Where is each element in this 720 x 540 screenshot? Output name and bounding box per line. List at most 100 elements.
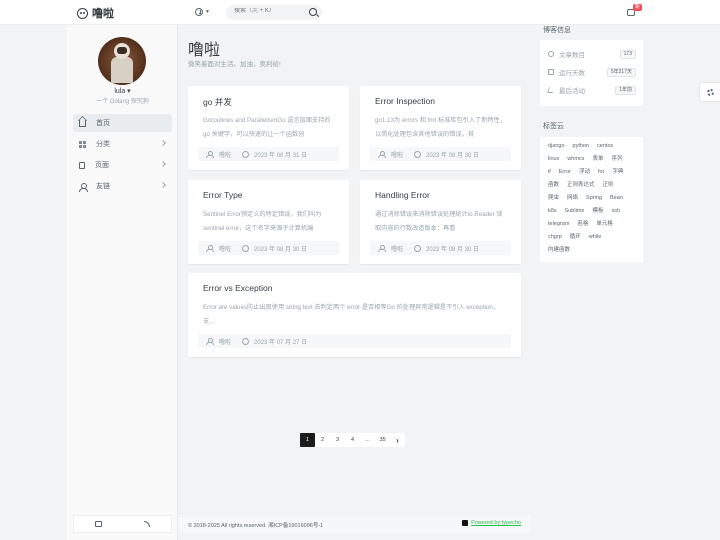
history-dropdown[interactable]: ▼ bbox=[195, 8, 210, 16]
tag-link[interactable]: 网络 bbox=[567, 192, 578, 205]
file-icon bbox=[79, 161, 85, 169]
post-title[interactable]: Handling Error bbox=[375, 190, 430, 200]
stat-value: 5年217天 bbox=[606, 68, 636, 77]
page-button[interactable]: 3 bbox=[330, 433, 345, 447]
post-card[interactable]: Error vs Exception Error are values防止出现使… bbox=[188, 273, 521, 357]
sidebar-item-label: 友链 bbox=[96, 183, 110, 190]
post-title[interactable]: Error vs Exception bbox=[203, 283, 272, 293]
next-page-icon[interactable]: › bbox=[390, 433, 405, 447]
blog-info-title: 博客信息 bbox=[543, 27, 571, 34]
clock-icon bbox=[242, 150, 250, 158]
post-excerpt: Error are values防止出现使用 string text 去判定两个… bbox=[203, 304, 500, 325]
post-excerpt: Goroutines and ParallelismGo 语言层面支持的go 关… bbox=[203, 117, 331, 138]
sidebar-item-home[interactable]: 首页 bbox=[73, 114, 172, 132]
stat-label: 文章数目 bbox=[559, 52, 585, 59]
chevron-right-icon bbox=[160, 182, 166, 188]
page-button[interactable]: 4 bbox=[345, 433, 360, 447]
tag-link[interactable]: centos bbox=[597, 140, 613, 153]
tag-link[interactable]: ssh bbox=[611, 205, 620, 218]
sidebar-item-links[interactable]: 友链 bbox=[73, 177, 172, 195]
user-icon bbox=[206, 245, 214, 252]
tag-link[interactable]: telegram bbox=[548, 218, 569, 231]
sidebar-item-categories[interactable]: 分类 bbox=[73, 135, 172, 153]
tag-link[interactable]: Sublime bbox=[565, 205, 585, 218]
post-author: 噜啦 bbox=[391, 246, 404, 253]
post-card[interactable]: go 并发 Goroutines and ParallelismGo 语言层面支… bbox=[188, 86, 349, 170]
post-title[interactable]: Error Type bbox=[203, 190, 243, 200]
post-card[interactable]: Handling Error 通过消除错误来消除错误处理统计io.Reader … bbox=[360, 180, 521, 264]
tag-link[interactable]: linux bbox=[548, 153, 559, 166]
caret-down-icon: ▼ bbox=[205, 9, 210, 15]
home-icon bbox=[79, 119, 86, 127]
post-title[interactable]: Error Inspection bbox=[375, 96, 435, 106]
user-name[interactable]: lula ▾ bbox=[67, 87, 178, 95]
post-author: 噜啦 bbox=[391, 152, 404, 159]
tag-link[interactable]: whmcs bbox=[567, 153, 584, 166]
page-button[interactable]: 2 bbox=[315, 433, 330, 447]
tag-link[interactable]: 单元格 bbox=[596, 218, 613, 231]
chat-icon bbox=[94, 521, 102, 527]
avatar[interactable] bbox=[98, 37, 146, 85]
post-card[interactable]: Error Inspection go1.13为 errors 和 fmt 标准… bbox=[360, 86, 521, 170]
page-button[interactable]: 1 bbox=[300, 433, 315, 447]
tag-link[interactable]: 函数 bbox=[548, 179, 559, 192]
tag-link[interactable]: 爬虫 bbox=[548, 192, 559, 205]
tag-link[interactable]: 表单 bbox=[592, 153, 603, 166]
powered-by-link[interactable]: Powered by typecho bbox=[462, 520, 521, 526]
rss-icon bbox=[143, 521, 150, 527]
tag-link[interactable]: django bbox=[548, 140, 565, 153]
clock-icon bbox=[242, 244, 250, 252]
search-input[interactable] bbox=[234, 8, 304, 14]
tag-link[interactable]: 字典 bbox=[612, 166, 623, 179]
tag-link[interactable]: 循环 bbox=[570, 231, 581, 244]
tag-link[interactable]: chgrp bbox=[548, 231, 562, 244]
tag-link[interactable]: 序列 bbox=[611, 153, 622, 166]
tag-link[interactable]: while bbox=[589, 231, 602, 244]
sidebar-nav: 首页 分类 页面 友链 bbox=[73, 114, 172, 198]
page-ellipsis: ... bbox=[365, 437, 370, 443]
tag-link[interactable]: 模板 bbox=[592, 205, 603, 218]
user-icon bbox=[206, 151, 214, 158]
rss-button[interactable] bbox=[123, 516, 172, 532]
page-footer: © 2018-2025 All rights reserved. 湘ICP备19… bbox=[178, 513, 531, 533]
post-meta: 噜啦 2023 年 08 月 30 日 bbox=[370, 147, 511, 161]
tag-link[interactable]: Spring bbox=[586, 192, 602, 205]
search-icon[interactable] bbox=[309, 8, 317, 16]
post-date: 2023 年 08 月 30 日 bbox=[254, 246, 308, 253]
tag-link[interactable]: python bbox=[573, 140, 590, 153]
chevron-right-icon bbox=[160, 161, 166, 167]
tag-link[interactable]: for bbox=[598, 166, 604, 179]
post-meta: 噜啦 2023 年 07 月 27 日 bbox=[198, 334, 511, 348]
tag-link[interactable]: k8s bbox=[548, 205, 557, 218]
settings-button[interactable] bbox=[699, 82, 720, 102]
post-meta: 噜啦 2023 年 08 月 31 日 bbox=[198, 147, 339, 161]
blog-info-panel: 文章数目 173 运行天数 5年217天 最后活动 1年前 bbox=[540, 40, 643, 106]
user-icon bbox=[206, 338, 214, 345]
post-title[interactable]: go 并发 bbox=[203, 96, 232, 108]
tag-link[interactable]: 若格 bbox=[577, 218, 588, 231]
brand[interactable]: 噜啦 bbox=[77, 5, 114, 21]
tag-link[interactable]: 浮动 bbox=[579, 166, 590, 179]
top-header: 噜啦 ▼ 新 bbox=[0, 0, 720, 25]
post-author: 噜啦 bbox=[219, 339, 232, 346]
comments-button[interactable] bbox=[74, 516, 123, 532]
chevron-right-icon bbox=[160, 140, 166, 146]
tag-link[interactable]: if bbox=[548, 166, 551, 179]
tag-link[interactable]: 正则 bbox=[603, 179, 614, 192]
pagination: 1 2 3 4 ... 35 › bbox=[300, 433, 405, 447]
post-card[interactable]: Error Type Sentinel Error预定义的特定错误，我们叫为se… bbox=[188, 180, 349, 264]
stat-label: 运行天数 bbox=[559, 70, 585, 77]
stat-value: 1年前 bbox=[615, 86, 636, 95]
page-button[interactable]: 35 bbox=[375, 433, 390, 447]
activity-icon bbox=[546, 87, 556, 93]
post-meta: 噜啦 2023 年 08 月 30 日 bbox=[198, 241, 339, 255]
sidebar-item-pages[interactable]: 页面 bbox=[73, 156, 172, 174]
copyright-text: © 2018-2025 All rights reserved. 湘ICP备19… bbox=[188, 523, 324, 529]
sidebar-item-label: 分类 bbox=[96, 141, 110, 148]
post-date: 2023 年 08 月 30 日 bbox=[426, 152, 480, 159]
tag-link[interactable]: 正则表达式 bbox=[567, 179, 595, 192]
tag-link[interactable]: Error bbox=[559, 166, 571, 179]
tag-link[interactable]: Bean bbox=[610, 192, 623, 205]
user-icon bbox=[378, 151, 386, 158]
tag-link[interactable]: 内建函数 bbox=[548, 244, 570, 257]
